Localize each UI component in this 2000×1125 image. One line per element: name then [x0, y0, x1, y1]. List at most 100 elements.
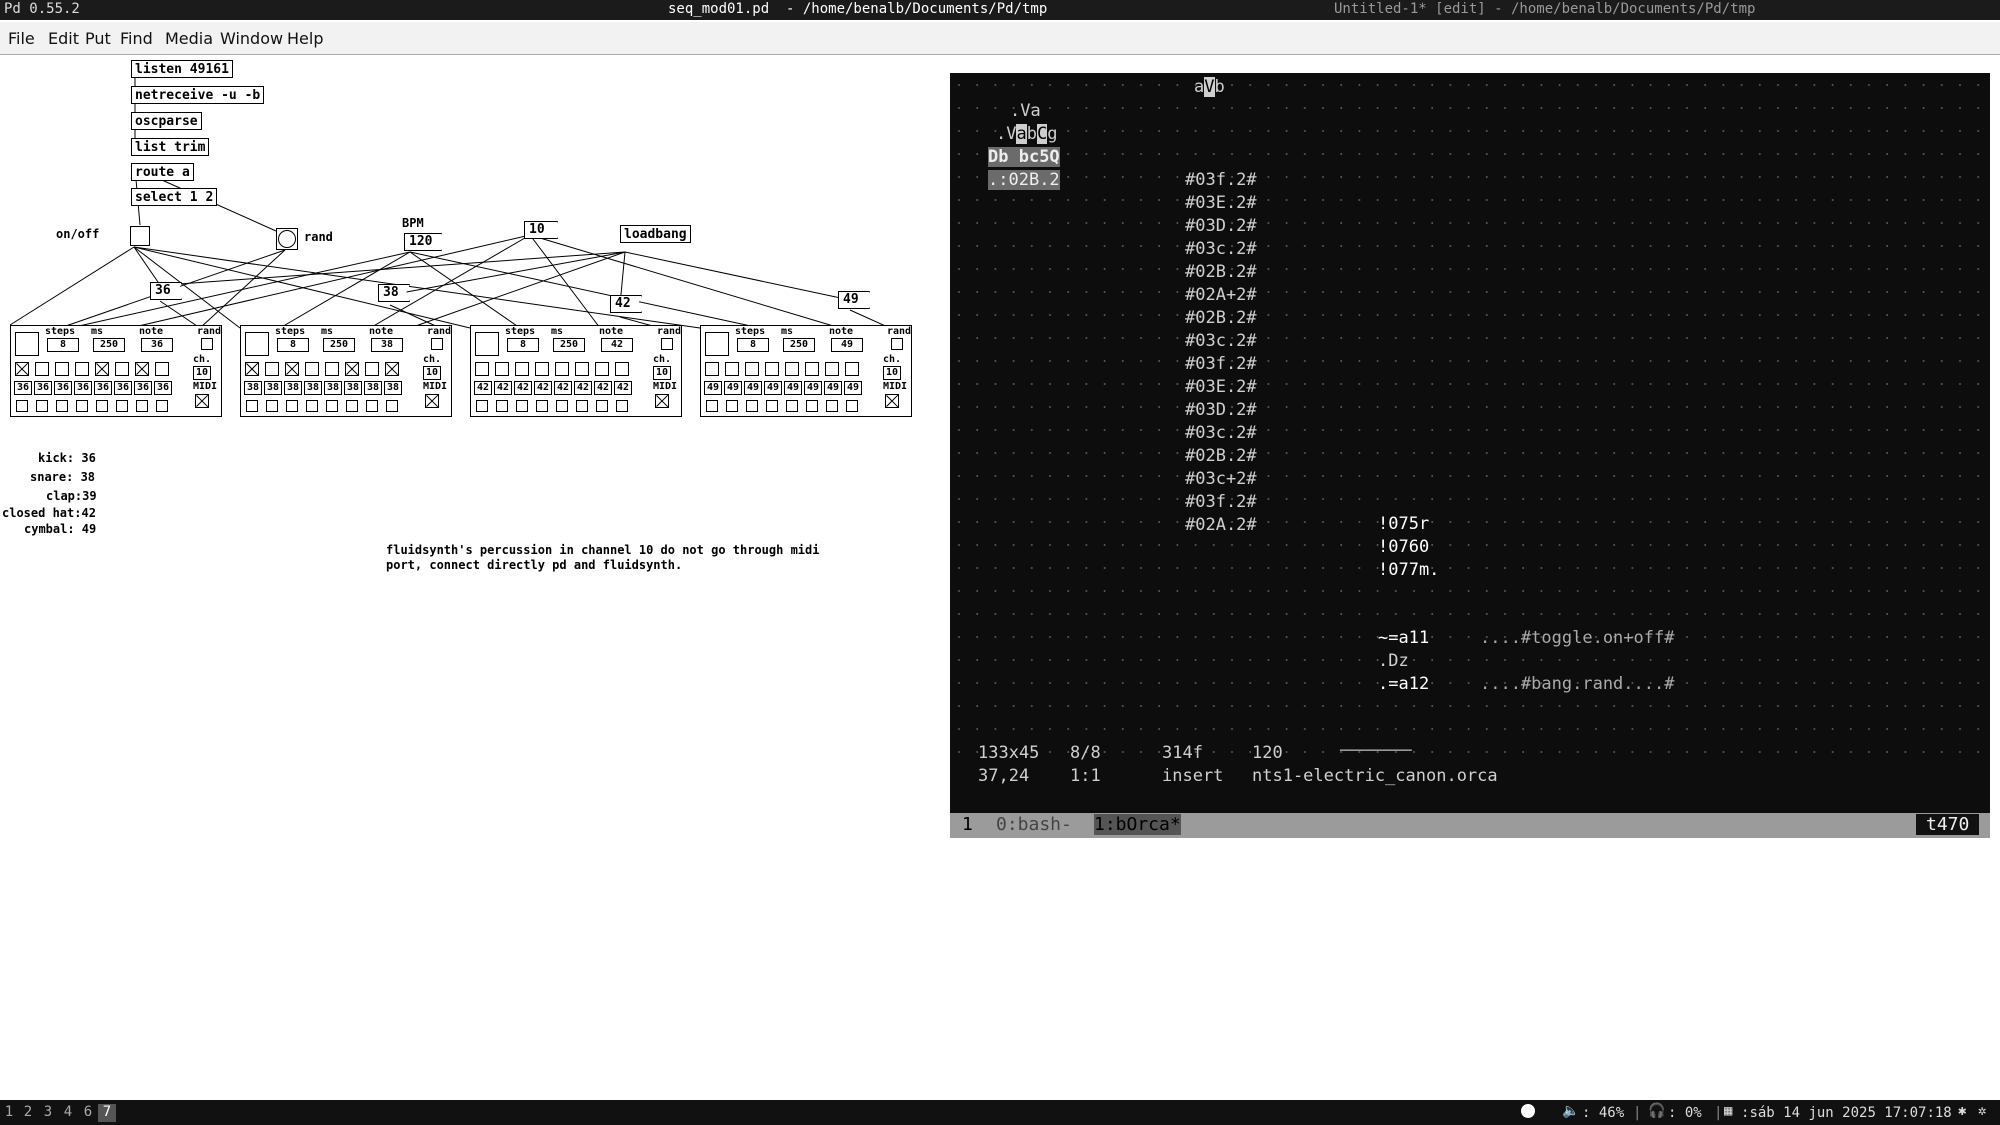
- rand-bang[interactable]: [431, 338, 443, 350]
- oscparse-object[interactable]: oscparse: [131, 112, 202, 130]
- step-bang[interactable]: [476, 400, 488, 412]
- step-toggle[interactable]: [785, 362, 799, 376]
- tmux-window-orca[interactable]: 1:bOrca*: [1094, 814, 1181, 835]
- step-bang[interactable]: [576, 400, 588, 412]
- step-bang[interactable]: [96, 400, 108, 412]
- step-bang[interactable]: [556, 400, 568, 412]
- step-note[interactable]: 49: [764, 381, 782, 395]
- step-toggle[interactable]: [55, 362, 69, 376]
- play-bang[interactable]: [15, 332, 39, 356]
- step-toggle[interactable]: [285, 362, 299, 376]
- step-bang[interactable]: [786, 400, 798, 412]
- step-toggle[interactable]: [825, 362, 839, 376]
- menu-find[interactable]: Find: [120, 29, 153, 48]
- step-toggle[interactable]: [95, 362, 109, 376]
- step-toggle[interactable]: [115, 362, 129, 376]
- step-note[interactable]: 49: [784, 381, 802, 395]
- rand-bang[interactable]: [661, 338, 673, 350]
- menu-help[interactable]: Help: [287, 29, 323, 48]
- channel-number[interactable]: 10: [883, 366, 901, 380]
- midi-toggle[interactable]: [885, 394, 899, 408]
- step-note[interactable]: 49: [704, 381, 722, 395]
- menu-file[interactable]: File: [8, 29, 35, 48]
- step-bang[interactable]: [116, 400, 128, 412]
- bpm-number-box[interactable]: 120: [404, 233, 442, 251]
- step-toggle[interactable]: [515, 362, 529, 376]
- step-bang[interactable]: [516, 400, 528, 412]
- step-toggle[interactable]: [345, 362, 359, 376]
- ms-number[interactable]: 250: [783, 338, 815, 352]
- note-message-49[interactable]: 49: [838, 291, 870, 309]
- note-number[interactable]: 38: [371, 338, 403, 352]
- step-toggle[interactable]: [245, 362, 259, 376]
- step-note[interactable]: 38: [304, 381, 322, 395]
- step-note[interactable]: 36: [94, 381, 112, 395]
- menu-edit[interactable]: Edit: [48, 29, 79, 48]
- step-bang[interactable]: [496, 400, 508, 412]
- step-toggle[interactable]: [15, 362, 29, 376]
- step-bang[interactable]: [536, 400, 548, 412]
- step-bang[interactable]: [16, 400, 28, 412]
- play-bang[interactable]: [245, 332, 269, 356]
- rand-bang[interactable]: [276, 228, 298, 250]
- step-toggle[interactable]: [595, 362, 609, 376]
- step-note[interactable]: 42: [574, 381, 592, 395]
- play-bang[interactable]: [705, 332, 729, 356]
- step-bang[interactable]: [616, 400, 628, 412]
- workspace-3[interactable]: 3: [39, 1104, 57, 1122]
- step-bang[interactable]: [806, 400, 818, 412]
- step-bang[interactable]: [266, 400, 278, 412]
- step-note[interactable]: 36: [54, 381, 72, 395]
- step-toggle[interactable]: [575, 362, 589, 376]
- step-toggle[interactable]: [845, 362, 859, 376]
- select-object[interactable]: select 1 2: [131, 188, 218, 206]
- step-toggle[interactable]: [385, 362, 399, 376]
- step-toggle[interactable]: [535, 362, 549, 376]
- step-toggle[interactable]: [745, 362, 759, 376]
- step-toggle[interactable]: [265, 362, 279, 376]
- channel-number[interactable]: 10: [653, 366, 671, 380]
- step-bang[interactable]: [246, 400, 258, 412]
- step-toggle[interactable]: [475, 362, 489, 376]
- step-note[interactable]: 38: [284, 381, 302, 395]
- step-toggle[interactable]: [805, 362, 819, 376]
- note-message-38[interactable]: 38: [378, 284, 410, 302]
- channel-number[interactable]: 10: [193, 366, 211, 380]
- ms-number[interactable]: 250: [553, 338, 585, 352]
- step-note[interactable]: 49: [824, 381, 842, 395]
- workspace-4[interactable]: 4: [59, 1104, 77, 1122]
- step-bang[interactable]: [136, 400, 148, 412]
- step-note[interactable]: 42: [494, 381, 512, 395]
- steps-number[interactable]: 8: [507, 338, 539, 352]
- step-note[interactable]: 38: [344, 381, 362, 395]
- ms-number[interactable]: 250: [323, 338, 355, 352]
- note-number[interactable]: 49: [831, 338, 863, 352]
- step-note[interactable]: 38: [324, 381, 342, 395]
- step-bang[interactable]: [306, 400, 318, 412]
- step-note[interactable]: 36: [134, 381, 152, 395]
- step-bang[interactable]: [596, 400, 608, 412]
- step-toggle[interactable]: [725, 362, 739, 376]
- midi-toggle[interactable]: [655, 394, 669, 408]
- step-note[interactable]: 38: [264, 381, 282, 395]
- step-toggle[interactable]: [305, 362, 319, 376]
- menu-put[interactable]: Put: [85, 29, 111, 48]
- step-bang[interactable]: [156, 400, 168, 412]
- step-toggle[interactable]: [75, 362, 89, 376]
- sequencer-36[interactable]: steps ms note rand 8 250 36 ch. 10 MIDI 36 36 36 36 36…: [10, 325, 222, 417]
- step-bang[interactable]: [36, 400, 48, 412]
- tmux-window-bash[interactable]: 0:bash-: [996, 814, 1072, 835]
- play-bang[interactable]: [475, 332, 499, 356]
- onoff-toggle[interactable]: [130, 226, 150, 246]
- step-note[interactable]: 36: [74, 381, 92, 395]
- step-note[interactable]: 36: [14, 381, 32, 395]
- step-bang[interactable]: [346, 400, 358, 412]
- step-toggle[interactable]: [155, 362, 169, 376]
- menu-window[interactable]: Window: [220, 29, 283, 48]
- listen-object[interactable]: listen 49161: [131, 60, 233, 78]
- step-toggle[interactable]: [495, 362, 509, 376]
- step-toggle[interactable]: [365, 362, 379, 376]
- step-note[interactable]: 49: [724, 381, 742, 395]
- step-note[interactable]: 49: [804, 381, 822, 395]
- step-toggle[interactable]: [705, 362, 719, 376]
